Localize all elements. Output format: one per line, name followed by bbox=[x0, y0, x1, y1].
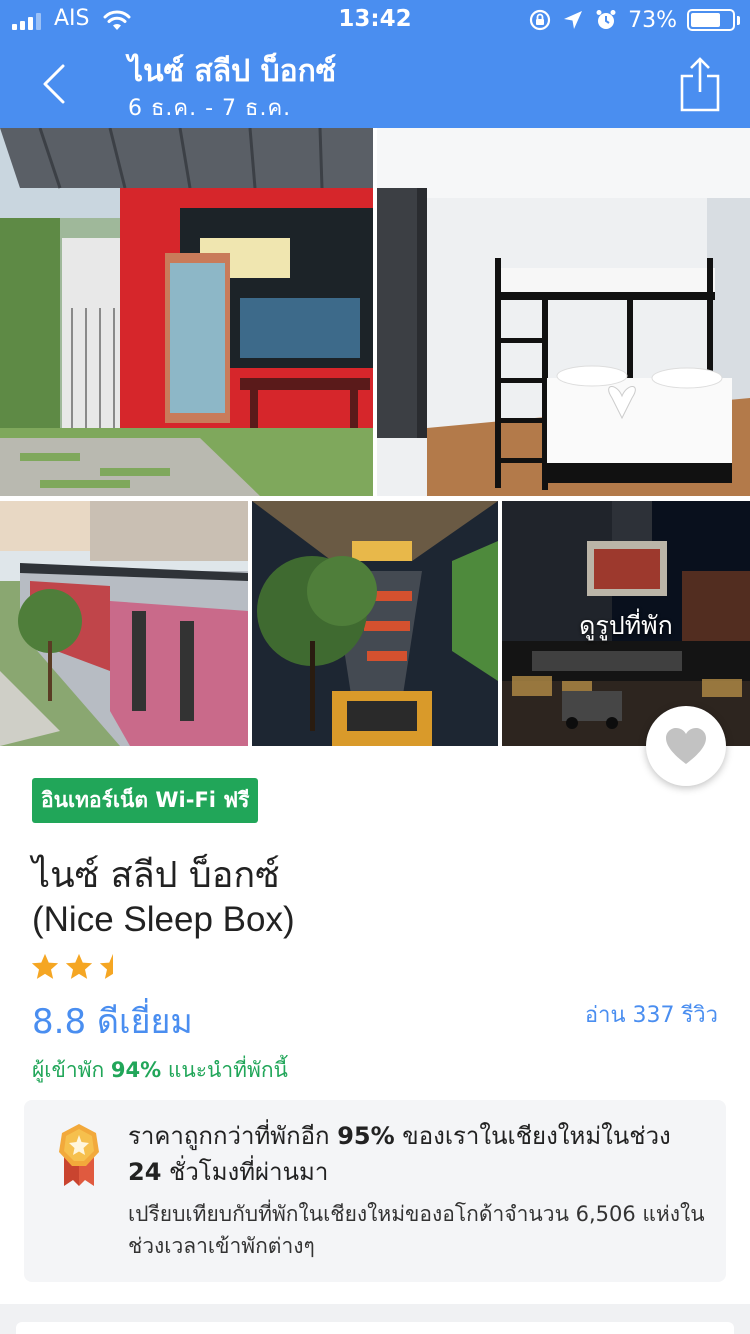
back-icon bbox=[43, 64, 65, 104]
battery-level bbox=[691, 13, 721, 27]
container-building-photo[interactable] bbox=[0, 501, 248, 746]
deal-title-mid: ของเราในเชียงใหม่ในช่วง bbox=[394, 1122, 671, 1150]
recommend-prefix: ผู้เข้าพัก bbox=[32, 1058, 111, 1082]
recommend-percent: 94% bbox=[110, 1058, 162, 1082]
star-rating bbox=[30, 952, 128, 982]
review-score: 8.8 ดีเยี่ยม bbox=[32, 1002, 193, 1042]
star-icon bbox=[31, 953, 59, 979]
photo-gallery[interactable]: ดูรูปที่พัก bbox=[0, 128, 750, 746]
half-star-icon bbox=[99, 953, 127, 979]
deal-percent: 95% bbox=[337, 1122, 395, 1150]
back-button[interactable] bbox=[28, 58, 80, 110]
alarm-icon bbox=[596, 10, 616, 29]
hotel-name-en: (Nice Sleep Box) bbox=[32, 900, 295, 939]
rotation-lock-icon bbox=[529, 9, 551, 31]
view-photos-label[interactable]: ดูรูปที่พัก bbox=[502, 606, 750, 646]
night-courtyard-photo[interactable] bbox=[252, 501, 498, 746]
favorite-button[interactable] bbox=[646, 706, 726, 786]
share-icon[interactable] bbox=[676, 56, 724, 114]
bunk-bed-room-photo[interactable] bbox=[377, 128, 750, 496]
free-wifi-badge: อินเทอร์เน็ต Wi-Fi ฟรี bbox=[32, 778, 259, 823]
battery-percent: 73% bbox=[628, 7, 677, 33]
status-bar: AIS 13:42 73% bbox=[0, 0, 750, 40]
battery-nub bbox=[737, 15, 740, 25]
deal-hours: 24 bbox=[128, 1158, 162, 1186]
location-icon bbox=[564, 11, 583, 29]
nav-dates[interactable]: 6 ธ.ค. - 7 ธ.ค. bbox=[128, 90, 291, 125]
heart-icon bbox=[666, 728, 706, 764]
read-reviews-link[interactable]: อ่าน 337 รีวิว bbox=[585, 997, 718, 1032]
hotel-name-th: ไนซ์ สลีป บ็อกซ์ bbox=[32, 855, 280, 896]
next-card-edge bbox=[16, 1322, 734, 1334]
recommend-suffix: แนะนำที่พักนี้ bbox=[161, 1058, 288, 1082]
deal-title: ราคาถูกกว่าที่พักอีก 95% ของเราในเชียงให… bbox=[128, 1118, 708, 1190]
battery-icon bbox=[687, 9, 735, 31]
nav-title: ไนซ์ สลีป บ็อกซ์ bbox=[128, 54, 337, 89]
price-comparison-card: ราคาถูกกว่าที่พักอีก 95% ของเราในเชียงให… bbox=[24, 1100, 726, 1282]
nav-bar: ไนซ์ สลีป บ็อกซ์ 6 ธ.ค. - 7 ธ.ค. bbox=[0, 40, 750, 128]
deal-subtitle: เปรียบเทียบกับที่พักในเชียงใหม่ของอโกด้า… bbox=[128, 1202, 705, 1258]
award-badge-icon bbox=[59, 1124, 99, 1186]
deal-title-suffix: ชั่วโมงที่ผ่านมา bbox=[161, 1158, 329, 1186]
guest-recommendation: ผู้เข้าพัก 94% แนะนำที่พักนี้ bbox=[32, 1054, 288, 1087]
star-icon bbox=[65, 953, 93, 979]
deal-title-prefix: ราคาถูกกว่าที่พักอีก bbox=[128, 1122, 338, 1150]
storefront-photo[interactable] bbox=[0, 128, 373, 496]
